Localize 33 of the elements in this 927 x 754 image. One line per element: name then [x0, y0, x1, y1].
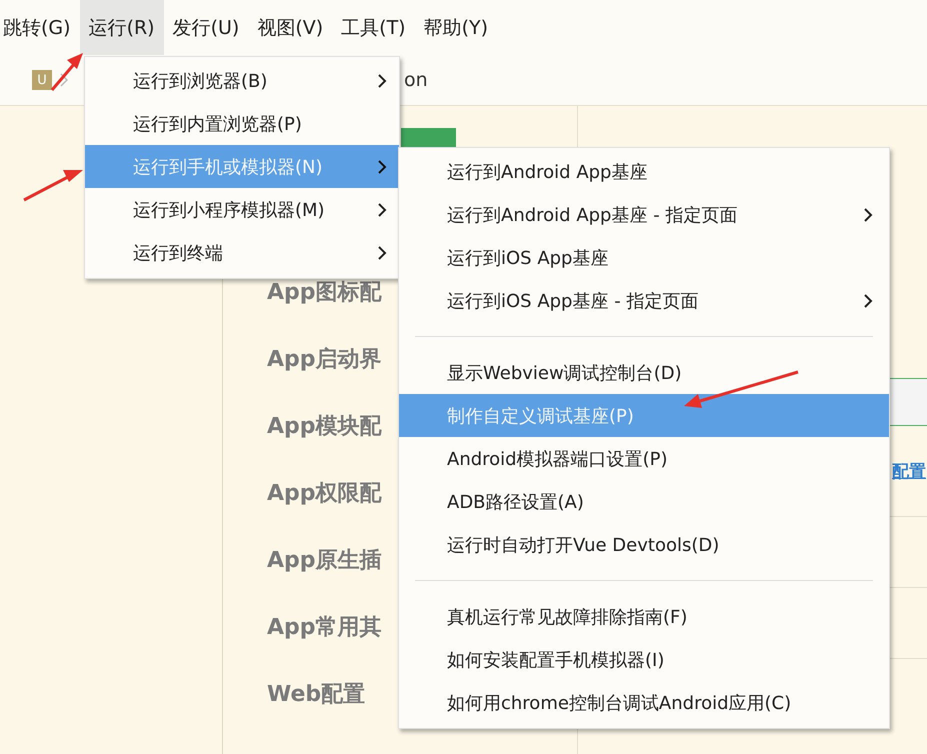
menu-item[interactable]: 运行到小程序模拟器(M)	[85, 188, 399, 231]
settings-nav-item[interactable]: App原生插	[267, 526, 382, 593]
menu-item[interactable]: 运行到内置浏览器(P)	[85, 102, 399, 145]
chevron-icon	[60, 73, 68, 87]
annotation-arrow	[50, 52, 84, 92]
menu-item[interactable]: 运行到Android App基座 - 指定页面	[399, 193, 889, 236]
settings-nav-item[interactable]: App权限配	[267, 459, 382, 526]
menu-item[interactable]: 真机运行常见故障排除指南(F)	[399, 595, 889, 638]
menu-bar-item[interactable]: 发行(U)	[164, 0, 248, 55]
tab-indicator	[401, 128, 456, 148]
settings-nav-item[interactable]: Web配置	[267, 660, 366, 727]
menu-item[interactable]: 运行时自动打开Vue Devtools(D)	[399, 523, 889, 566]
breadcrumb-text: on	[404, 69, 428, 91]
menu-item[interactable]: Android模拟器端口设置(P)	[399, 437, 889, 480]
menu-bar-item[interactable]: 工具(T)	[332, 0, 415, 55]
menu-item[interactable]: 显示Webview调试控制台(D)	[399, 351, 889, 394]
menu-item[interactable]: ADB路径设置(A)	[399, 480, 889, 523]
menu-item[interactable]: 如何安装配置手机模拟器(I)	[399, 638, 889, 681]
menu-bar-item[interactable]: 跳转(G)	[0, 0, 80, 55]
settings-nav-item[interactable]: App常用其	[267, 593, 382, 660]
menu-item[interactable]: 运行到浏览器(B)	[85, 59, 399, 102]
menu-bar-item[interactable]: 运行(R)	[80, 0, 164, 55]
project-icon: U	[32, 70, 52, 90]
config-link[interactable]: 配置	[892, 460, 926, 482]
menu-item[interactable]: 运行到终端	[85, 231, 399, 274]
menu-item[interactable]: 运行到iOS App基座	[399, 236, 889, 279]
menu-item[interactable]: 运行到iOS App基座 - 指定页面	[399, 279, 889, 322]
settings-nav-item[interactable]: App启动界	[267, 325, 382, 392]
menu-bar-item[interactable]: 视图(V)	[248, 0, 332, 55]
menu-item[interactable]: 如何用chrome控制台调试Android应用(C)	[399, 681, 889, 724]
menu-bar-item[interactable]: 帮助(Y)	[414, 0, 498, 55]
menu-item[interactable]: 运行到Android App基座	[399, 150, 889, 193]
settings-nav-item[interactable]: App模块配	[267, 392, 382, 459]
